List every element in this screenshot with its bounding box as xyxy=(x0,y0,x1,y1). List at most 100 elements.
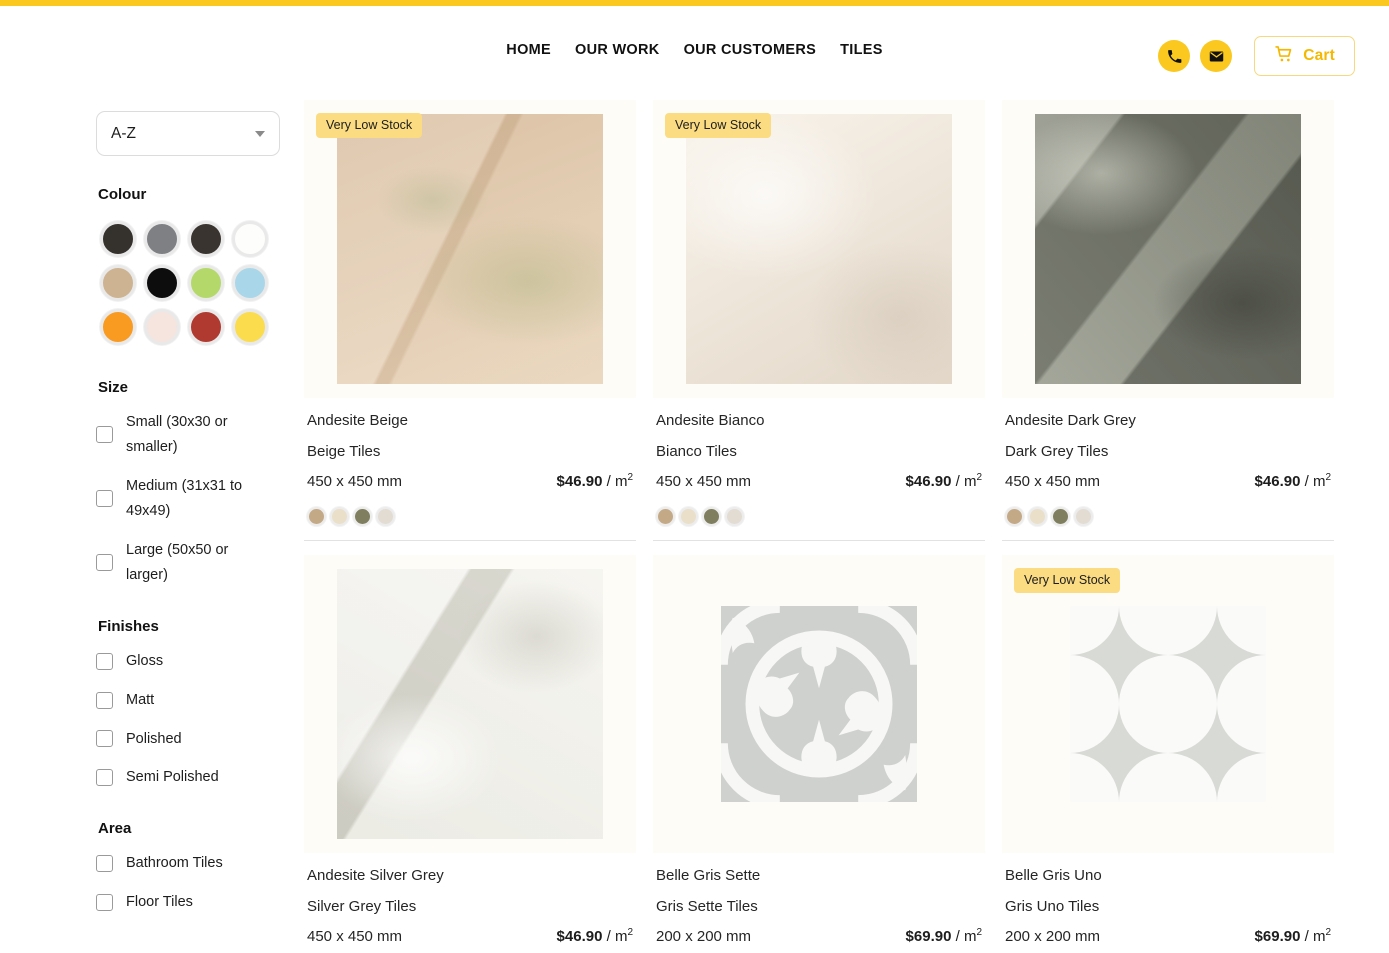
product-price-amount: $46.90 xyxy=(556,473,603,490)
colour-swatch-grey[interactable] xyxy=(140,217,184,261)
product-price-unit-exponent: 2 xyxy=(976,927,982,938)
filter-option-large[interactable]: Large (50x50 or larger) xyxy=(96,538,282,588)
tile-swatch-image xyxy=(686,114,952,384)
product-colour-variant-dot[interactable] xyxy=(656,507,675,526)
product-colour-variant-dot[interactable] xyxy=(307,507,326,526)
product-card[interactable]: Andesite Silver Grey Silver Grey Tiles 450… xyxy=(304,555,636,953)
product-price-unit: / m xyxy=(602,473,628,490)
nav-item-our-work[interactable]: OUR WORK xyxy=(575,42,660,58)
colour-swatch-beige[interactable] xyxy=(96,261,140,305)
filter-option-semi[interactable]: Semi Polished xyxy=(96,765,282,790)
colour-swatch-dark-brown[interactable] xyxy=(184,217,228,261)
product-price: $46.90 / m2 xyxy=(906,472,982,490)
envelope-icon[interactable] xyxy=(1200,40,1233,72)
phone-icon[interactable] xyxy=(1158,40,1191,72)
nav-item-home[interactable]: HOME xyxy=(506,42,551,58)
checkbox[interactable] xyxy=(96,855,113,873)
filter-option-small[interactable]: Small (30x30 or smaller) xyxy=(96,410,282,460)
filter-option-matt[interactable]: Matt xyxy=(96,688,282,713)
product-card[interactable]: Belle Gris Sette Gris Sette Tiles 200 x 20… xyxy=(653,555,985,953)
filter-option-bathroom[interactable]: Bathroom Tiles xyxy=(96,851,282,876)
product-colour-variant-dot[interactable] xyxy=(1005,507,1024,526)
nav-item-our-customers[interactable]: OUR CUSTOMERS xyxy=(684,42,817,58)
checkbox[interactable] xyxy=(96,730,113,748)
checkbox[interactable] xyxy=(96,554,113,572)
checkbox[interactable] xyxy=(96,691,113,709)
shopping-cart-icon xyxy=(1274,44,1294,69)
product-colour-variant-dot[interactable] xyxy=(1051,507,1070,526)
product-size-price-row: 450 x 450 mm $46.90 / m2 xyxy=(1005,472,1331,490)
filter-option-label: Bathroom Tiles xyxy=(126,855,223,872)
product-subtitle: Bianco Tiles xyxy=(656,443,737,460)
product-colour-variants xyxy=(307,507,633,526)
product-colour-variant-dot[interactable] xyxy=(725,507,744,526)
product-image xyxy=(304,555,636,853)
product-card[interactable]: Very Low Stock Belle Gris Uno Gris Uno T… xyxy=(1002,555,1334,953)
product-name: Andesite Dark Grey xyxy=(1005,412,1136,429)
product-card[interactable]: Very Low Stock Andesite Bianco Bianco Tile… xyxy=(653,100,985,541)
size-filter-title: Size xyxy=(98,379,129,396)
colour-swatch-brick-red[interactable] xyxy=(184,305,228,349)
product-colour-variant-dot[interactable] xyxy=(330,507,349,526)
checkbox[interactable] xyxy=(96,894,113,912)
product-price-amount: $46.90 xyxy=(1254,473,1301,490)
checkbox[interactable] xyxy=(96,769,113,787)
colour-swatch-dot xyxy=(100,265,136,301)
filter-option-label: Semi Polished xyxy=(126,769,219,786)
colour-swatch-orange[interactable] xyxy=(96,305,140,349)
product-details: Andesite Dark Grey Dark Grey Tiles 450 x 4… xyxy=(1002,412,1334,526)
product-price-unit: / m xyxy=(602,928,628,945)
product-name: Andesite Silver Grey xyxy=(307,867,444,884)
product-image xyxy=(653,555,985,853)
product-colour-variant-dot[interactable] xyxy=(1028,507,1047,526)
colour-swatch-yellow[interactable] xyxy=(228,305,272,349)
sort-select[interactable]: A-Z xyxy=(96,111,280,156)
product-colour-variant-dot[interactable] xyxy=(702,507,721,526)
product-colour-variants xyxy=(1005,507,1331,526)
product-grid-region: Very Low Stock Andesite Beige Beige Tiles 4… xyxy=(304,100,1360,953)
nav-item-tiles[interactable]: TILES xyxy=(840,42,883,58)
product-subtitle: Gris Sette Tiles xyxy=(656,898,758,915)
filter-option-gloss[interactable]: Gloss xyxy=(96,649,282,674)
filter-option-label: Gloss xyxy=(126,652,164,669)
colour-swatch-dot xyxy=(144,221,180,257)
product-name: Belle Gris Uno xyxy=(1005,867,1102,884)
product-card[interactable]: Andesite Dark Grey Dark Grey Tiles 450 x 4… xyxy=(1002,100,1334,541)
colour-swatch-charcoal[interactable] xyxy=(96,217,140,261)
product-card[interactable]: Very Low Stock Andesite Beige Beige Tiles 4… xyxy=(304,100,636,541)
colour-swatch-dot xyxy=(100,309,136,345)
colour-swatch-dot xyxy=(188,309,224,345)
filter-option-medium[interactable]: Medium (31x31 to 49x49) xyxy=(96,474,282,524)
colour-swatch-dot xyxy=(188,265,224,301)
colour-swatch-black[interactable] xyxy=(140,261,184,305)
product-details: Belle Gris Uno Gris Uno Tiles 200 x 200 mm… xyxy=(1002,867,1334,953)
product-colour-variant-dot[interactable] xyxy=(353,507,372,526)
colour-swatch-white[interactable] xyxy=(228,217,272,261)
product-name: Andesite Beige xyxy=(307,412,408,429)
filter-option-label: Polished xyxy=(126,730,182,747)
cart-button[interactable]: Cart xyxy=(1254,36,1355,76)
area-filter-title: Area xyxy=(98,820,132,838)
product-size: 200 x 200 mm xyxy=(1005,928,1101,945)
product-colour-variants xyxy=(656,507,982,526)
colour-swatch-lime-green[interactable] xyxy=(184,261,228,305)
colour-swatch-blush[interactable] xyxy=(140,305,184,349)
product-price-amount: $69.90 xyxy=(1254,928,1301,945)
colour-filter-title: Colour xyxy=(98,186,147,203)
checkbox[interactable] xyxy=(96,652,113,670)
product-name: Andesite Bianco xyxy=(656,412,765,429)
product-price-unit-exponent: 2 xyxy=(976,472,982,483)
product-size: 450 x 450 mm xyxy=(307,473,403,490)
colour-swatch-light-blue[interactable] xyxy=(228,261,272,305)
product-colour-variant-dot[interactable] xyxy=(1074,507,1093,526)
product-colour-variant-dot[interactable] xyxy=(376,507,395,526)
filter-option-label: Medium (31x31 to 49x49) xyxy=(126,477,243,519)
checkbox[interactable] xyxy=(96,490,113,508)
filter-option-floor[interactable]: Floor Tiles xyxy=(96,890,282,915)
product-image: Very Low Stock xyxy=(304,100,636,398)
cart-label: Cart xyxy=(1303,47,1335,64)
product-size: 450 x 450 mm xyxy=(1005,473,1101,490)
filter-option-polished[interactable]: Polished xyxy=(96,727,282,752)
product-colour-variant-dot[interactable] xyxy=(679,507,698,526)
checkbox[interactable] xyxy=(96,426,113,444)
